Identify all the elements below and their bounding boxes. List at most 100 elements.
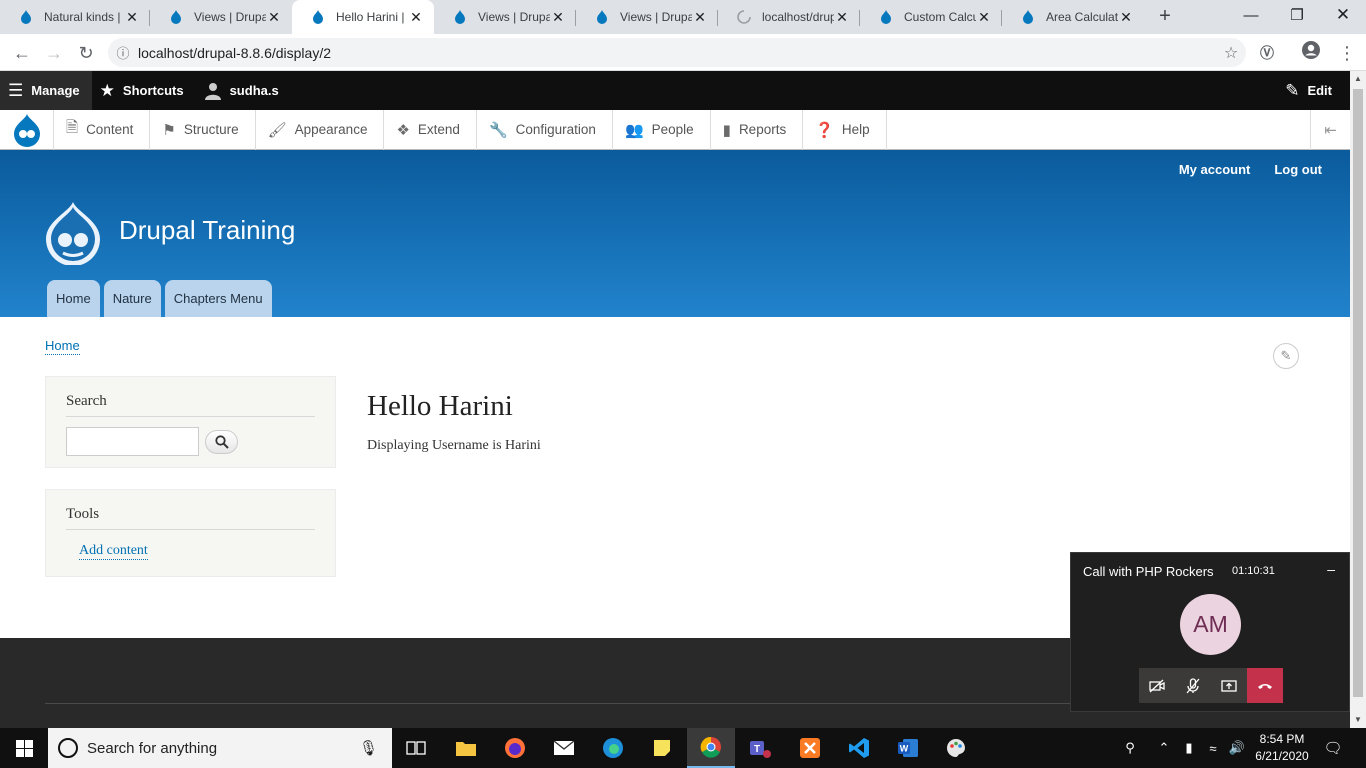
teams-app[interactable]: T bbox=[736, 728, 784, 768]
mute-button[interactable] bbox=[1175, 668, 1211, 703]
maximize-window-button[interactable]: ❐ bbox=[1274, 0, 1320, 30]
structure-icon: ⚑ bbox=[162, 121, 176, 139]
address-bar[interactable]: ⓘ localhost/drupal-8.8.6/display/2 ☆ bbox=[108, 38, 1246, 67]
search-button[interactable] bbox=[205, 429, 238, 454]
browser-tab[interactable]: Custom Calcul ✕ bbox=[860, 0, 1002, 34]
tray-item-reports[interactable]: ▮ Reports bbox=[711, 109, 804, 150]
scroll-up-arrow-icon[interactable]: ▲ bbox=[1350, 71, 1366, 87]
minimize-window-button[interactable]: — bbox=[1228, 0, 1274, 30]
tray-item-structure[interactable]: ⚑ Structure bbox=[150, 109, 256, 150]
profile-avatar-icon[interactable] bbox=[1298, 40, 1324, 66]
browser-tab[interactable]: Views | Drupal ✕ bbox=[434, 0, 576, 34]
vivaldi-extension-icon[interactable]: Ⓥ bbox=[1254, 40, 1280, 66]
taskbar-search-box[interactable]: Search for anything 🎙 bbox=[48, 728, 392, 768]
taskbar-clock[interactable]: 8:54 PM 6/21/2020 bbox=[1251, 731, 1313, 765]
bookmark-star-icon[interactable]: ☆ bbox=[1216, 43, 1246, 63]
volume-icon[interactable]: 🔊 bbox=[1226, 728, 1248, 768]
scrollbar-thumb[interactable] bbox=[1353, 89, 1363, 697]
firefox-app[interactable] bbox=[491, 728, 539, 768]
hang-up-icon bbox=[1258, 683, 1272, 689]
close-tab-icon[interactable]: ✕ bbox=[834, 9, 850, 26]
task-view-button[interactable] bbox=[392, 728, 440, 768]
user-icon bbox=[204, 82, 221, 100]
file-explorer-app[interactable] bbox=[442, 728, 490, 768]
mail-icon bbox=[553, 740, 575, 755]
browser-tab-active[interactable]: Hello Harini | D ✕ bbox=[292, 0, 434, 34]
close-tab-icon[interactable]: ✕ bbox=[692, 9, 708, 26]
vscode-app[interactable] bbox=[835, 728, 883, 768]
search-input[interactable] bbox=[66, 427, 199, 456]
drupal-home-link[interactable] bbox=[0, 109, 54, 150]
url-text[interactable]: localhost/drupal-8.8.6/display/2 bbox=[138, 45, 1216, 61]
browser-tab[interactable]: Natural kinds | ✕ bbox=[0, 0, 150, 34]
vscode-icon bbox=[849, 738, 869, 758]
tray-item-extend[interactable]: ❖ Extend bbox=[384, 109, 477, 150]
tray-item-appearance[interactable]: 🖌 Appearance bbox=[256, 109, 385, 150]
collapse-tray-icon[interactable]: ⇤ bbox=[1310, 110, 1350, 150]
close-window-button[interactable]: ✕ bbox=[1320, 0, 1366, 30]
wifi-icon[interactable]: ≈ bbox=[1202, 728, 1224, 768]
log-out-link[interactable]: Log out bbox=[1274, 162, 1322, 177]
breadcrumb-home-link[interactable]: Home bbox=[45, 338, 80, 355]
search-form bbox=[66, 427, 315, 456]
add-content-link[interactable]: Add content bbox=[79, 543, 148, 560]
my-account-link[interactable]: My account bbox=[1179, 162, 1251, 177]
minimize-call-icon[interactable]: – bbox=[1327, 561, 1335, 577]
tray-item-configuration[interactable]: 🔧 Configuration bbox=[477, 109, 613, 150]
sticky-notes-app[interactable] bbox=[638, 728, 686, 768]
start-button[interactable] bbox=[0, 728, 48, 768]
edge-app[interactable] bbox=[589, 728, 637, 768]
drupal-logo-icon[interactable] bbox=[44, 201, 102, 265]
reload-button[interactable]: ↻ bbox=[73, 40, 99, 66]
loading-spinner-icon bbox=[737, 10, 751, 24]
tray-item-content[interactable]: 🗎 Content bbox=[54, 109, 151, 150]
manage-toolbar-tab[interactable]: ☰ Manage bbox=[0, 71, 92, 110]
new-tab-button[interactable]: + bbox=[1154, 5, 1176, 27]
user-toolbar-tab[interactable]: sudha.s bbox=[196, 71, 291, 110]
main-menu-home[interactable]: Home bbox=[47, 280, 100, 317]
browser-tab[interactable]: Area Calculatio ✕ bbox=[1002, 0, 1144, 34]
tray-item-label: Content bbox=[86, 122, 134, 137]
share-screen-button[interactable] bbox=[1211, 668, 1247, 703]
chrome-app[interactable] bbox=[687, 728, 735, 768]
xampp-app[interactable] bbox=[786, 728, 834, 768]
close-tab-icon[interactable]: ✕ bbox=[1118, 9, 1134, 26]
tray-item-help[interactable]: ❓ Help bbox=[803, 109, 887, 150]
camera-off-button[interactable] bbox=[1139, 668, 1175, 703]
close-tab-icon[interactable]: ✕ bbox=[408, 9, 424, 26]
word-app[interactable]: W bbox=[884, 728, 932, 768]
mail-app[interactable] bbox=[540, 728, 588, 768]
firefox-icon bbox=[505, 738, 525, 758]
browser-tab[interactable]: Views | Drupal ✕ bbox=[150, 0, 292, 34]
browser-tab[interactable]: localhost/drup ✕ bbox=[718, 0, 860, 34]
close-tab-icon[interactable]: ✕ bbox=[550, 9, 566, 26]
edit-toolbar-tab[interactable]: ✎ Edit bbox=[1277, 71, 1350, 110]
microphone-icon[interactable]: 🎙 bbox=[359, 739, 378, 757]
notifications-icon[interactable]: 🗨 bbox=[1318, 728, 1348, 768]
scroll-down-arrow-icon[interactable]: ▼ bbox=[1350, 712, 1366, 728]
browser-tab[interactable]: Views | Drupal ✕ bbox=[576, 0, 718, 34]
battery-icon[interactable]: ▮ bbox=[1178, 728, 1200, 768]
hang-up-button[interactable] bbox=[1247, 668, 1283, 703]
shortcuts-toolbar-tab[interactable]: ★ Shortcuts bbox=[92, 71, 196, 110]
tab-title: Views | Drupal bbox=[194, 10, 266, 24]
browser-menu-icon[interactable]: ⋮ bbox=[1334, 40, 1360, 66]
back-button[interactable]: ← bbox=[9, 40, 35, 66]
puzzle-icon: ❖ bbox=[396, 121, 410, 139]
document-icon: 🗎 bbox=[66, 119, 79, 136]
people-tray-icon[interactable]: ⚲ bbox=[1116, 728, 1144, 768]
close-tab-icon[interactable]: ✕ bbox=[976, 9, 992, 26]
main-menu-nature[interactable]: Nature bbox=[103, 280, 161, 317]
site-name[interactable]: Drupal Training bbox=[119, 215, 295, 246]
teams-call-window[interactable]: Call with PHP Rockers 01:10:31 – AM bbox=[1070, 552, 1350, 712]
close-tab-icon[interactable]: ✕ bbox=[266, 9, 282, 26]
site-info-icon[interactable]: ⓘ bbox=[108, 43, 138, 62]
paint-app[interactable] bbox=[932, 728, 980, 768]
tray-item-people[interactable]: 👥 People bbox=[613, 109, 711, 150]
page-scrollbar[interactable]: ▲ ▼ bbox=[1350, 71, 1366, 728]
forward-button[interactable]: → bbox=[41, 40, 67, 66]
show-hidden-icons-chevron-icon[interactable]: ⌃ bbox=[1154, 728, 1174, 768]
contextual-edit-pencil-icon[interactable]: ✎ bbox=[1273, 343, 1299, 369]
close-tab-icon[interactable]: ✕ bbox=[124, 9, 140, 26]
main-menu-chapters[interactable]: Chapters Menu bbox=[164, 280, 272, 317]
